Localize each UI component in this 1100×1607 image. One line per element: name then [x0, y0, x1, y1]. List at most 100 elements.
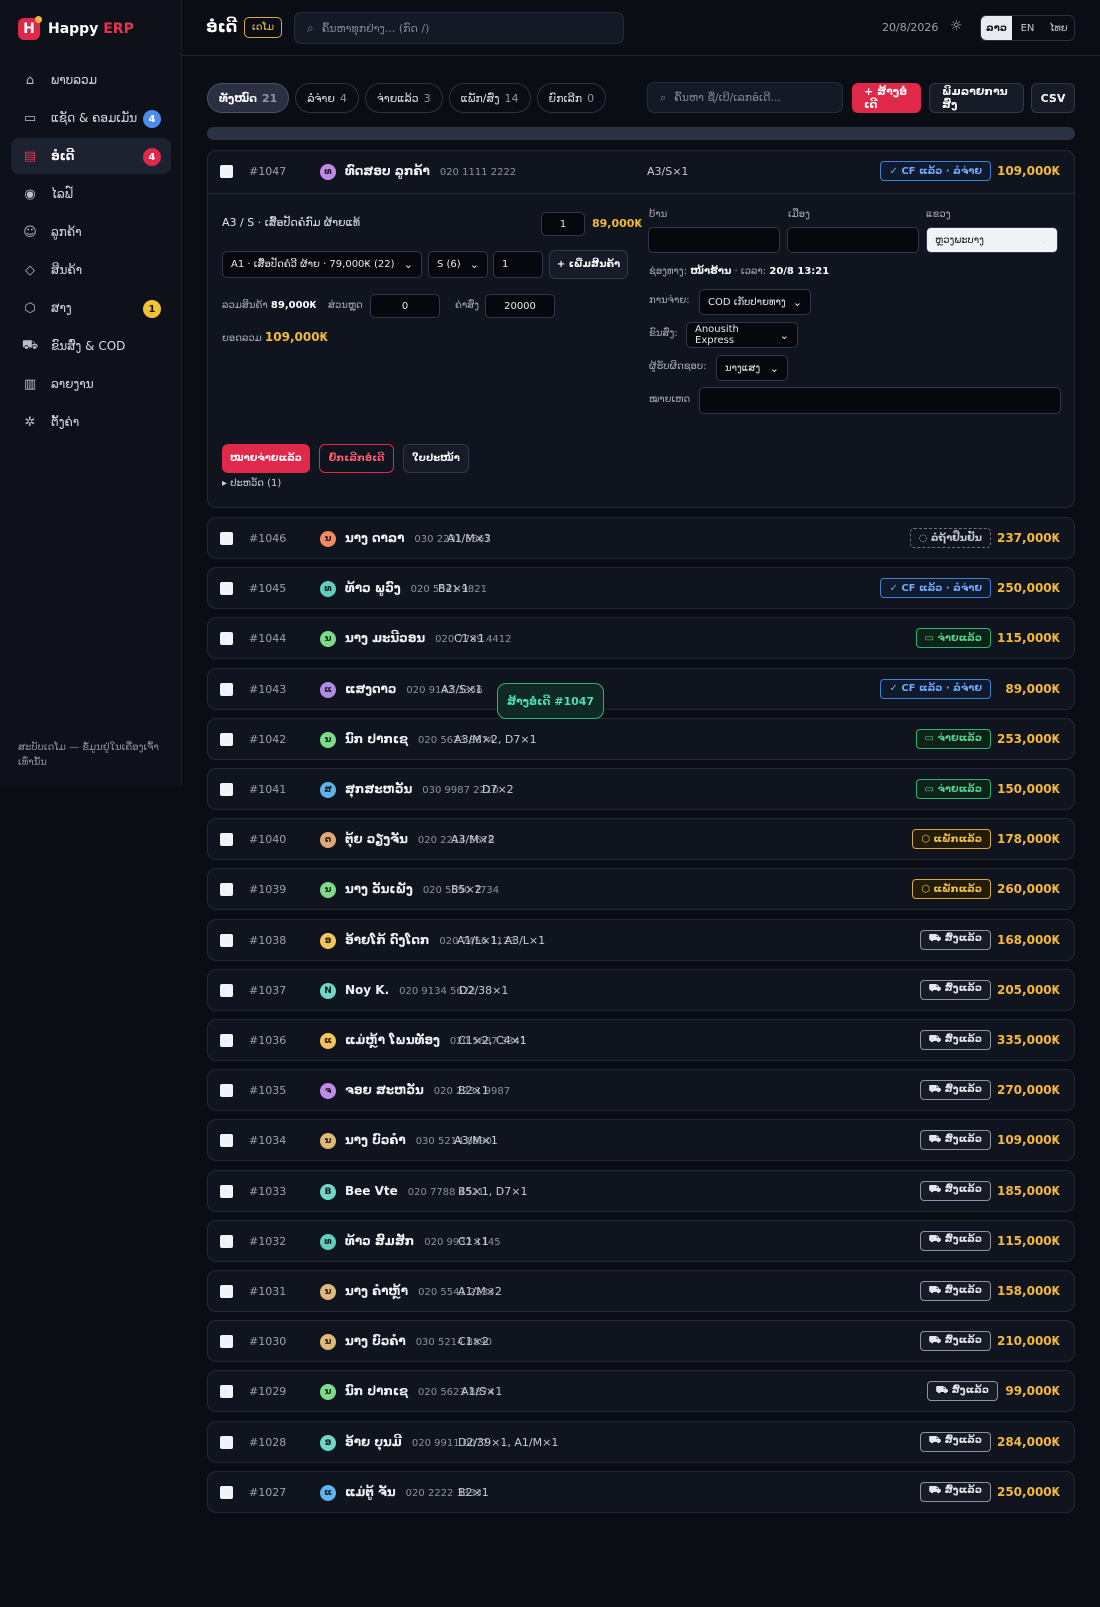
customer-name: ນາງ ມະນີວອນ — [345, 631, 426, 646]
global-search-input[interactable]: ⌕ ຄົ້ນຫາທຸກຢ່າງ... (ກົດ /) — [294, 12, 624, 44]
filter-tab-3[interactable]: ແພັກ/ສົ່ງ 14 — [448, 83, 531, 113]
customer-name: ນົກ ປາກເຊ — [345, 731, 409, 746]
order-row[interactable]: #1036 ແແມ່ຫຼ້າ ໂພນທັອງ 020 5687 3341 C1×2, … — [207, 1019, 1075, 1061]
line-item-qty-input[interactable]: 1 — [541, 212, 585, 236]
add-product-select[interactable]: A1 · ເສື້ອປັດຄໍວີ ຜ້າຍ · 79,000₭ (22) — [222, 251, 422, 278]
language-option-2[interactable]: ໄທຍ — [1043, 16, 1074, 40]
order-row[interactable]: #1033 B Bee Vte 020 7788 4521 B5×1, D7×1 ⛟ ສົ… — [207, 1169, 1075, 1212]
export-csv-button[interactable]: CSV — [1031, 83, 1075, 113]
order-row[interactable]: #1039 ນນາງ ວັນເພັງ 020 5590 7734 B5×2 ⬡ ແພັກ… — [207, 868, 1075, 911]
add-qty-input[interactable]: 1 — [493, 251, 543, 278]
order-checkbox[interactable] — [220, 833, 233, 847]
village-input[interactable] — [648, 227, 780, 253]
create-order-button[interactable]: + ສ້າງອໍເດີ — [852, 83, 921, 113]
order-card-expanded[interactable]: #1047 ທ ທົດສອບ ລູກຄ້າ 020 1111 2222 A3/S×… — [207, 150, 1075, 508]
mark-paid-button[interactable]: ໝາຍຈ່າຍແລ້ວ — [222, 444, 310, 473]
print-shipping-list-button[interactable]: ພິມລາຍການສົ່ງ — [929, 83, 1024, 113]
order-row[interactable]: #1031 ນນາງ ຄໍາຫຼ້າ 020 5541 2233 A1/M×2 ⛟ ສົ… — [207, 1270, 1075, 1312]
total-value: 109,000₭ — [264, 330, 328, 344]
order-row[interactable]: #1045 ທທ້າວ ພູວົງ 020 5541 9821 B2×1 ✓ CF ແລ… — [207, 567, 1075, 610]
order-row[interactable]: #1028 ອອ້າຍ ບຸນມີ 020 9911 0077 D2/39×1, A1… — [207, 1420, 1075, 1463]
filter-tab-4[interactable]: ຍົກເລີກ 0 — [536, 83, 607, 113]
sidebar-item-8[interactable]: ▥ ລາຍງານ — [11, 366, 171, 402]
add-size-select[interactable]: S (6) — [428, 251, 488, 278]
sidebar-item-6[interactable]: ⬡ ສາງ 1 — [11, 290, 171, 326]
filter-tab-1[interactable]: ລໍຈ່າຍ 4 — [295, 83, 359, 113]
filter-tab-0[interactable]: ທັງໝົດ 21 — [207, 83, 290, 113]
carrier-select[interactable]: Anousith Express — [686, 322, 798, 348]
order-row[interactable]: #1035 ຈຈອຍ ສະຫວັນ 020 2231 9987 B2×1 ⛟ ສົ່ງແ… — [207, 1069, 1075, 1112]
order-checkbox[interactable] — [220, 1234, 233, 1248]
order-row[interactable]: #1034 ນນາງ ບົວຄໍາ 030 5214 8890 A3/M×1 ⛟ ສົ່… — [207, 1119, 1075, 1162]
order-row[interactable]: #1029 ນນົກ ປາກເຊ 020 5623 8874 A1/S×1 ⛟ ສົ່ງ… — [207, 1370, 1075, 1413]
order-checkbox[interactable] — [220, 1285, 233, 1298]
order-row[interactable]: #1027 ແແມ່ຕູ້ ຈັນ 020 2222 3333 B2×1 ⛟ ສົ່ງແ… — [207, 1470, 1075, 1513]
district-input[interactable] — [787, 227, 919, 253]
shipping-fee-input[interactable]: 20000 — [485, 294, 555, 318]
assignee-select[interactable]: ນາງແສງ — [716, 355, 788, 381]
order-number: #1038 — [249, 933, 287, 947]
order-items: C1×1 — [454, 632, 485, 646]
brand[interactable]: H Happy ERP — [18, 16, 134, 40]
status-badge: ▭ ຈ່າຍແລ້ວ — [915, 728, 991, 749]
order-checkbox[interactable] — [220, 933, 233, 947]
order-checkbox[interactable] — [220, 1485, 233, 1499]
order-amount: 115,000₭ — [996, 1233, 1060, 1248]
order-checkbox[interactable] — [220, 1435, 233, 1449]
filter-tab-count: 21 — [262, 91, 278, 105]
order-checkbox[interactable] — [220, 165, 233, 178]
order-row[interactable]: #1043 ແແສງດາວ 020 9142 3356 A3/S×1 ✓ CF ແລ້ວ… — [207, 667, 1075, 710]
order-row[interactable]: #1044 ນ ນາງ ມະນີວອນ 020 7789 4412 C1×1 ▭ ຈ່າຍ… — [207, 617, 1075, 660]
invoice-button[interactable]: ໃບປະໜ້າ — [403, 444, 469, 473]
history-toggle[interactable]: ▸ ປະຫວັດ (1) — [222, 478, 281, 489]
sidebar-item-4[interactable]: ☺ ລູກຄ້າ — [11, 214, 171, 250]
order-checkbox[interactable] — [220, 883, 233, 897]
order-checkbox[interactable] — [220, 1184, 233, 1198]
theme-toggle-sun-icon[interactable]: ☼ — [950, 18, 963, 34]
sidebar-item-1[interactable]: ▭ ແຊັດ & ຄອມເມັນ 4 — [11, 100, 171, 136]
avatar: ຈ — [320, 1083, 336, 1100]
order-checkbox[interactable] — [220, 1335, 233, 1349]
order-row[interactable]: #1041 ສ ສຸກສະຫວັນ 030 9987 2210 D7×2 ▭ ຈ່າຍແລ… — [207, 768, 1075, 810]
order-checkbox[interactable] — [220, 732, 233, 746]
order-checkbox[interactable] — [220, 1084, 233, 1098]
filter-tab-2[interactable]: ຈ່າຍແລ້ວ 3 — [364, 83, 443, 113]
sidebar-item-0[interactable]: ⌂ ພາບລວມ — [11, 62, 171, 98]
sidebar-item-3[interactable]: ◉ ໄລຟ໌ — [11, 176, 171, 212]
sidebar-item-7[interactable]: ⛟ ຂົນສົ່ງ & COD — [11, 328, 171, 364]
order-checkbox[interactable] — [220, 682, 233, 696]
order-checkbox[interactable] — [220, 632, 233, 646]
order-row[interactable]: #1032 ທທ້າວ ສົມສັກ 020 9932 1145 C1×1 ⛟ ສົ່ງ… — [207, 1219, 1075, 1262]
language-option-1[interactable]: EN — [1012, 16, 1043, 40]
note-input[interactable] — [699, 387, 1061, 414]
order-row-header[interactable]: #1047 ທ ທົດສອບ ລູກຄ້າ 020 1111 2222 A3/S×… — [208, 151, 1074, 193]
order-checkbox[interactable] — [220, 783, 233, 796]
discount-input[interactable]: 0 — [370, 294, 440, 318]
order-checkbox[interactable] — [220, 1034, 233, 1047]
order-row[interactable]: #1038 ອອ້າຍໂກ້ ດົງໂດກ 020 7456 1123 A1/L×1,… — [207, 918, 1075, 961]
order-amount: 335,000₭ — [996, 1033, 1060, 1047]
order-checkbox[interactable] — [220, 1134, 233, 1148]
order-row[interactable]: #1037 N Noy K. 020 9134 5622 D2/38×1 ⛟ ສົ່ງແລ… — [207, 968, 1075, 1011]
sidebar-item-label: ໄລຟ໌ — [51, 187, 73, 201]
order-row[interactable]: #1030 ນນາງ ບົວຄໍາ 030 5214 8890 C1×2 ⛟ ສົ່ງແ… — [207, 1320, 1075, 1363]
order-row[interactable]: #1046 ນນາງ ດາລາ 030 2231 5567 A1/M×3 ◌ ລໍຖ້າ… — [207, 517, 1075, 559]
sidebar-item-9[interactable]: ✲ ຕັ້ງຄ່າ — [11, 404, 171, 440]
status-badge: ⛟ ສົ່ງແລ້ວ — [919, 1331, 991, 1352]
order-checkbox[interactable] — [220, 983, 233, 997]
province-select[interactable]: ຫຼວງພະບາງ — [926, 227, 1058, 253]
cancel-order-button[interactable]: ຍົກເລີກອໍເດີ — [319, 444, 394, 473]
order-search-input[interactable]: ⌕ ຄົ້ນຫາ ຊື່/ເບີ/ເລກອໍເດີ... — [647, 82, 843, 113]
order-checkbox[interactable] — [220, 582, 233, 596]
global-search-placeholder: ຄົ້ນຫາທຸກຢ່າງ... (ກົດ /) — [321, 21, 430, 35]
avatar: ທ — [320, 581, 336, 598]
order-row[interactable]: #1040 ຕຕຸ້ຍ ວຽງຈັນ 020 2214 5678 A3/M×2 ⬡ ແພ… — [207, 818, 1075, 861]
order-checkbox[interactable] — [220, 532, 233, 545]
order-row[interactable]: #1042 ນນົກ ປາກເຊ 020 5623 8874 A3/M×2, D7×1… — [207, 717, 1075, 760]
order-checkbox[interactable] — [220, 1385, 233, 1399]
payment-select[interactable]: COD ເກັບປາຍທາງ — [699, 289, 811, 315]
add-product-button[interactable]: + ເພີ່ມສິນຄ້າ — [549, 250, 628, 279]
sidebar-item-2[interactable]: ▤ ອໍເດີ 4 — [11, 138, 171, 174]
sidebar-item-5[interactable]: ◇ ສິນຄ້າ — [11, 252, 171, 288]
language-option-0[interactable]: ລາວ — [981, 16, 1012, 40]
